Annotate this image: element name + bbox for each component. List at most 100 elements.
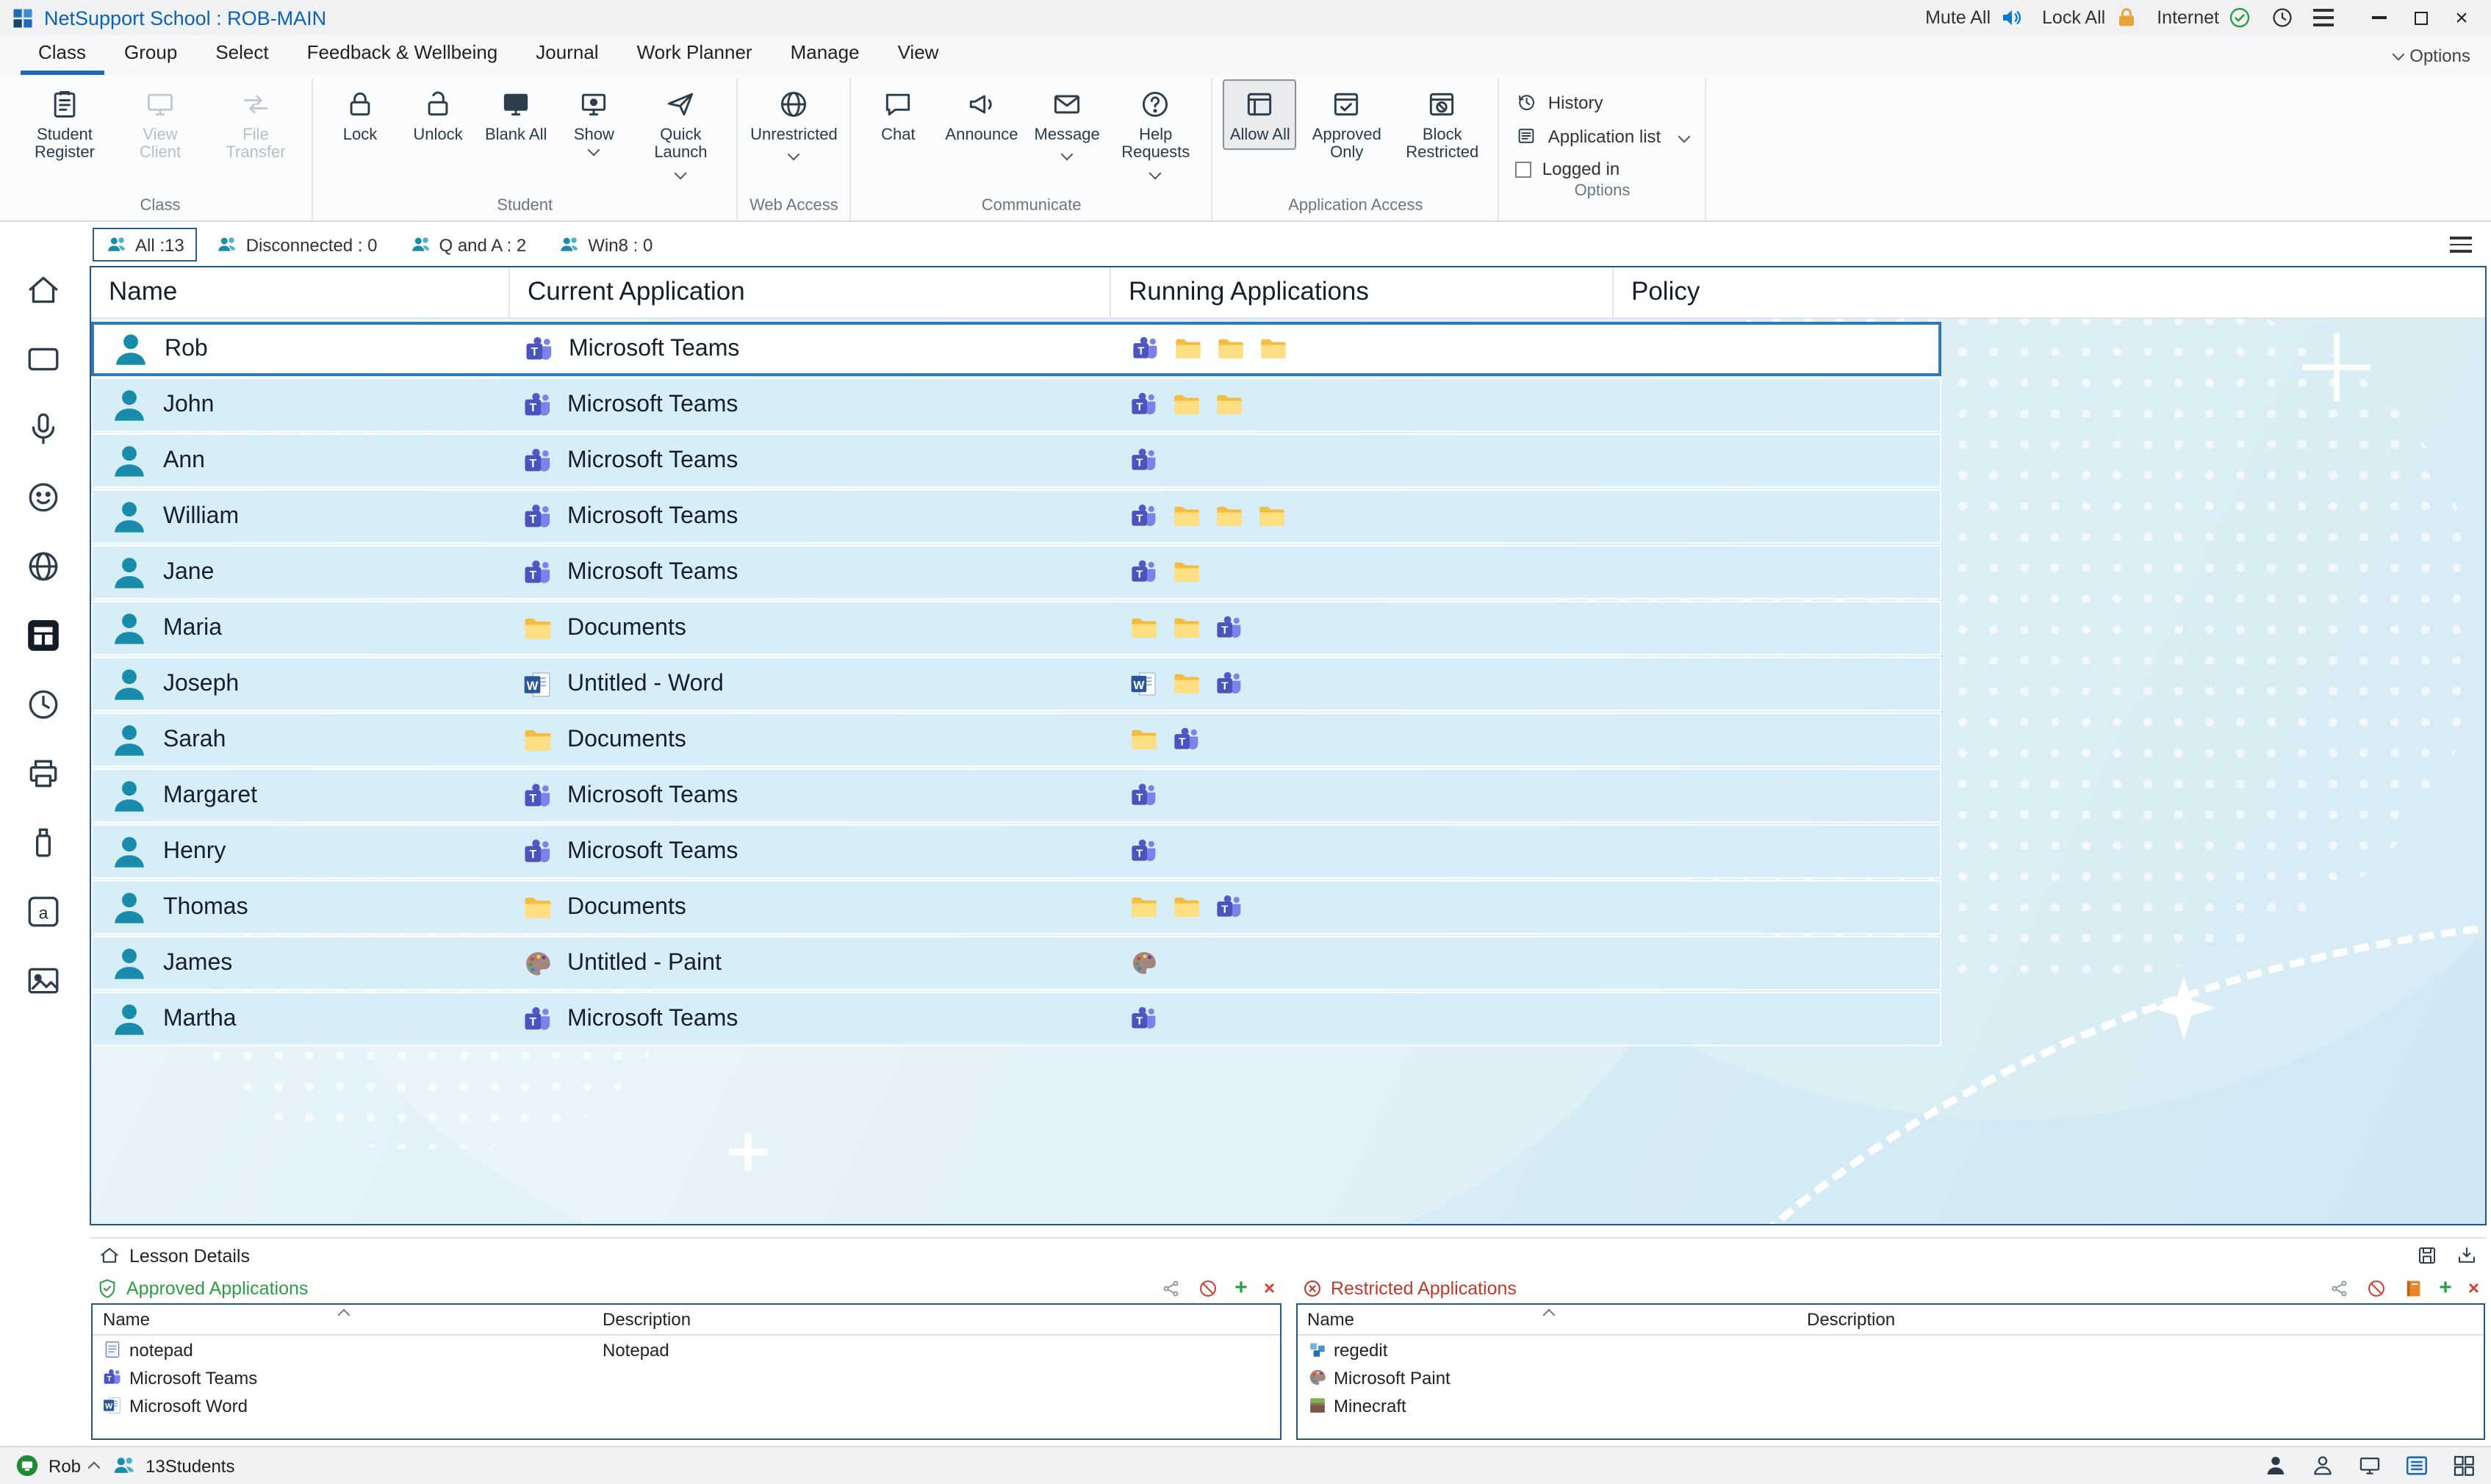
print-icon[interactable] (24, 755, 61, 792)
student-row[interactable]: JosephWUntitled - WordWT (91, 657, 1941, 711)
student-row[interactable]: HenryTMicrosoft TeamsT (91, 824, 1941, 879)
student-row[interactable]: JaneTMicrosoft TeamsT (91, 545, 1941, 599)
view-tab[interactable]: Disconnected : 0 (204, 228, 391, 262)
person-icon[interactable] (2263, 1453, 2288, 1478)
delete-app-icon[interactable]: × (2468, 1278, 2479, 1297)
unlock-button[interactable]: Unlock (401, 79, 475, 151)
ribbon-options-toggle[interactable]: Options (2393, 46, 2485, 75)
student-row[interactable]: JamesUntitled - Paint (91, 936, 1941, 990)
view-tab[interactable]: Q and A : 2 (397, 228, 540, 262)
mute-all-button[interactable]: Mute All (1925, 6, 2023, 29)
connected-user[interactable]: Rob (15, 1453, 98, 1478)
menu-tab-feedback-wellbeing[interactable]: Feedback & Wellbeing (290, 35, 516, 75)
add-app-icon[interactable]: + (2439, 1277, 2452, 1299)
student-register-button[interactable]: Student Register (19, 79, 110, 168)
list-menu-icon[interactable] (2450, 237, 2484, 253)
share-icon[interactable] (2329, 1278, 2349, 1298)
paint-icon (523, 948, 553, 978)
column-header-current-application[interactable]: Current Application (510, 267, 1111, 317)
policy-cell (1615, 379, 1938, 431)
menu-tab-work-planner[interactable]: Work Planner (619, 35, 770, 75)
internet-status[interactable]: Internet (2157, 6, 2251, 29)
wellbeing-icon[interactable] (24, 479, 61, 516)
add-app-icon[interactable]: + (1234, 1277, 1248, 1299)
time-limit-icon[interactable] (24, 686, 61, 723)
logged-in-checkbox[interactable]: Logged in (1516, 159, 1689, 179)
menu-tab-group[interactable]: Group (107, 35, 195, 75)
application-list-button[interactable]: Application list (1516, 125, 1689, 147)
approved-column-description[interactable]: Description (592, 1305, 1279, 1334)
list-view-icon[interactable] (2404, 1453, 2429, 1478)
restricted-column-description[interactable]: Description (1797, 1305, 2484, 1334)
clock-icon[interactable] (2271, 6, 2294, 29)
chat-button[interactable]: Chat (861, 79, 935, 151)
app-list-row[interactable]: TMicrosoft Teams (93, 1364, 1279, 1391)
menu-icon[interactable] (2313, 10, 2334, 26)
app-list-row[interactable]: regedit (1297, 1336, 2484, 1364)
student-row[interactable]: WilliamTMicrosoft TeamsT (91, 489, 1941, 544)
menu-tab-select[interactable]: Select (198, 35, 286, 75)
app-list-row[interactable]: Minecraft (1297, 1391, 2484, 1419)
column-header-name[interactable]: Name (91, 267, 510, 317)
applications-icon-active[interactable] (24, 617, 61, 654)
student-row[interactable]: JohnTMicrosoft TeamsT (91, 378, 1941, 432)
blank-all-button[interactable]: Blank All (479, 79, 553, 151)
student-row[interactable]: ThomasDocumentsT (91, 880, 1941, 934)
block-app-icon[interactable] (1198, 1278, 1218, 1298)
save-icon[interactable] (2416, 1245, 2438, 1267)
person-outline-icon[interactable] (2310, 1453, 2335, 1478)
view-tab[interactable]: Win8 : 0 (545, 228, 666, 262)
view-client-button[interactable]: View Client (115, 79, 206, 168)
unrestricted-button[interactable]: Unrestricted (748, 79, 839, 165)
app-list-row[interactable]: Microsoft Paint (1297, 1364, 2484, 1391)
student-row[interactable]: MarthaTMicrosoft TeamsT (91, 992, 1941, 1046)
lock-all-button[interactable]: Lock All (2042, 6, 2138, 29)
screenshot-icon[interactable] (24, 962, 61, 999)
app-list-row[interactable]: WMicrosoft Word (93, 1391, 1279, 1419)
app-list-row[interactable]: notepadNotepad (93, 1336, 1279, 1364)
minimize-button[interactable] (2359, 1, 2400, 34)
lesson-details-bar[interactable]: Lesson Details (90, 1237, 2487, 1272)
file-transfer-button[interactable]: File Transfer (210, 79, 301, 168)
export-icon[interactable] (2456, 1245, 2478, 1267)
lock-button[interactable]: Lock (323, 79, 397, 151)
device-icon[interactable] (24, 824, 61, 861)
show-button[interactable]: Show (557, 79, 630, 161)
menu-tab-view[interactable]: View (880, 35, 957, 75)
monitor-view-icon[interactable] (2357, 1453, 2382, 1478)
approved-applications-table: Name Description notepadNotepadTMicrosof… (91, 1303, 1281, 1440)
typing-history-icon[interactable]: a (24, 893, 61, 930)
grid-view-icon[interactable] (2451, 1453, 2476, 1478)
share-icon[interactable] (1161, 1278, 1182, 1298)
student-row[interactable]: AnnTMicrosoft TeamsT (91, 433, 1941, 488)
allow-all-button[interactable]: Allow All (1223, 79, 1297, 151)
announce-button[interactable]: Announce (939, 79, 1024, 151)
view-tab[interactable]: All :13 (93, 228, 198, 262)
delete-app-icon[interactable]: × (1264, 1278, 1275, 1297)
help-requests-button[interactable]: Help Requests (1110, 79, 1201, 183)
column-header-policy[interactable]: Policy (1614, 267, 2485, 317)
student-row[interactable]: MargaretTMicrosoft TeamsT (91, 768, 1941, 823)
message-button[interactable]: Message (1029, 79, 1106, 165)
quick-launch-button[interactable]: Quick Launch (635, 79, 726, 183)
close-button[interactable]: × (2441, 1, 2482, 34)
menu-tab-manage[interactable]: Manage (773, 35, 877, 75)
student-row[interactable]: RobTMicrosoft TeamsT (91, 322, 1941, 376)
web-access-icon[interactable] (24, 548, 61, 585)
monitor-icon[interactable] (24, 341, 61, 378)
history-button[interactable]: History (1516, 91, 1689, 113)
journal-icon[interactable] (2402, 1278, 2423, 1298)
current-application-cell: TMicrosoft Teams (511, 435, 1112, 486)
student-row[interactable]: SarahDocumentsT (91, 713, 1941, 767)
teams-icon: T (1130, 838, 1158, 865)
block-restricted-button[interactable]: Block Restricted (1397, 79, 1488, 168)
block-app-icon[interactable] (2365, 1278, 2386, 1298)
home-icon[interactable] (24, 272, 61, 309)
student-row[interactable]: MariaDocumentsT (91, 601, 1941, 655)
microphone-icon[interactable] (24, 410, 61, 447)
menu-tab-class[interactable]: Class (21, 35, 104, 75)
menu-tab-journal[interactable]: Journal (518, 35, 616, 75)
approved-only-button[interactable]: Approved Only (1301, 79, 1392, 168)
maximize-button[interactable] (2400, 1, 2441, 34)
column-header-running-applications[interactable]: Running Applications (1111, 267, 1614, 317)
